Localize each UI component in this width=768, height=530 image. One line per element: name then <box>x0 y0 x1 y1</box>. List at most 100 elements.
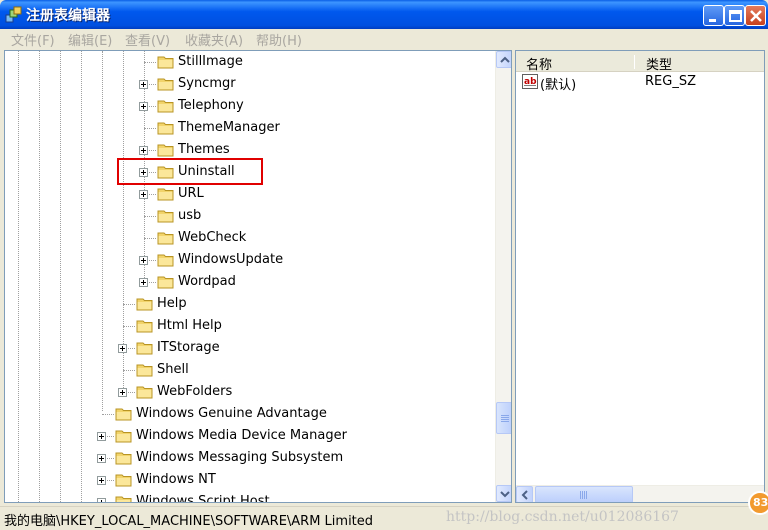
folder-icon <box>115 474 132 487</box>
tree-node[interactable]: Help <box>5 293 495 315</box>
tree-vertical-scrollbar[interactable] <box>495 51 511 502</box>
tree-connector-line <box>123 326 135 327</box>
close-button[interactable] <box>745 5 766 26</box>
tree-node[interactable]: Html Help <box>5 315 495 337</box>
folder-icon <box>136 342 153 355</box>
value-type: REG_SZ <box>645 74 696 89</box>
scroll-left-button[interactable] <box>516 486 533 502</box>
tree-node-label: Html Help <box>157 318 222 333</box>
folder-icon <box>136 364 153 377</box>
tree-node-label: Windows Messaging Subsystem <box>136 450 344 465</box>
expand-plus-icon[interactable] <box>97 454 106 463</box>
tree-node-label: Windows Script Host <box>136 494 270 502</box>
maximize-button[interactable] <box>724 5 745 26</box>
expand-plus-icon[interactable] <box>139 256 148 265</box>
list-header: 名称 类型 <box>516 51 764 73</box>
tree-node-label: Wordpad <box>178 274 236 289</box>
expand-plus-icon[interactable] <box>139 278 148 287</box>
tree-node[interactable]: WebCheck <box>5 227 495 249</box>
tree-node-label: WindowsUpdate <box>178 252 284 267</box>
status-path: 我的电脑\HKEY_LOCAL_MACHINE\SOFTWARE\ARM Lim… <box>4 514 374 529</box>
registry-tree: StillImage Syncmgr Telephony ThemeManager Th… <box>5 51 495 502</box>
folder-icon <box>157 100 174 113</box>
notification-badge[interactable]: 83 <box>748 491 768 515</box>
tree-node[interactable]: Windows NT <box>5 469 495 491</box>
scroll-thumb[interactable] <box>496 402 511 434</box>
tree-node-label: StillImage <box>178 54 243 69</box>
tree-node-label: Windows Genuine Advantage <box>136 406 327 421</box>
arrow-left-icon <box>521 490 528 500</box>
minimize-button[interactable] <box>703 5 724 26</box>
tree-connector-line <box>123 304 135 305</box>
tree-connector-line <box>144 128 156 129</box>
tree-node-label: usb <box>178 208 202 223</box>
tree-node[interactable]: ThemeManager <box>5 117 495 139</box>
tree-node[interactable]: Windows Script Host <box>5 491 495 502</box>
arrow-down-icon <box>500 491 510 498</box>
tree-connector-line <box>144 62 156 63</box>
tree-node[interactable]: Windows Media Device Manager <box>5 425 495 447</box>
list-horizontal-scrollbar[interactable] <box>516 485 764 502</box>
list-item[interactable]: ab (默认) REG_SZ <box>516 73 764 93</box>
title-bar[interactable]: 注册表编辑器 <box>0 0 768 29</box>
tree-node[interactable]: WindowsUpdate <box>5 249 495 271</box>
scroll-thumb[interactable] <box>535 486 633 502</box>
watermark-text: http://blog.csdn.net/u012086167 <box>446 509 679 525</box>
tree-node-label: URL <box>178 186 204 201</box>
column-header-type[interactable]: 类型 <box>646 54 672 73</box>
close-icon <box>750 10 762 22</box>
tree-node[interactable]: WebFolders <box>5 381 495 403</box>
tree-node-label: ThemeManager <box>178 120 280 135</box>
values-list-pane[interactable]: 名称 类型 ab (默认) REG_SZ <box>515 50 765 503</box>
column-header-name[interactable]: 名称 <box>526 54 552 73</box>
folder-icon <box>157 254 174 267</box>
scroll-up-button[interactable] <box>496 51 511 68</box>
tree-connector-line <box>144 238 156 239</box>
folder-icon <box>157 122 174 135</box>
expand-plus-icon[interactable] <box>139 146 148 155</box>
expand-plus-icon[interactable] <box>139 190 148 199</box>
registry-editor-icon <box>5 6 22 23</box>
tree-node-label: Telephony <box>178 98 244 113</box>
folder-icon <box>157 210 174 223</box>
tree-node[interactable]: Syncmgr <box>5 73 495 95</box>
tree-node[interactable]: ITStorage <box>5 337 495 359</box>
folder-icon <box>136 320 153 333</box>
folder-icon <box>115 452 132 465</box>
folder-icon <box>136 298 153 311</box>
tree-node[interactable]: URL <box>5 183 495 205</box>
folder-icon <box>136 386 153 399</box>
maximize-icon <box>729 10 742 22</box>
tree-node[interactable]: Windows Genuine Advantage <box>5 403 495 425</box>
tree-node[interactable]: Wordpad <box>5 271 495 293</box>
tree-node[interactable]: Windows Messaging Subsystem <box>5 447 495 469</box>
string-value-icon: ab <box>522 74 538 89</box>
registry-tree-pane[interactable]: StillImage Syncmgr Telephony ThemeManager Th… <box>4 50 512 503</box>
expand-plus-icon[interactable] <box>97 498 106 502</box>
expand-plus-icon[interactable] <box>118 344 127 353</box>
folder-icon <box>157 78 174 91</box>
tree-node[interactable]: Telephony <box>5 95 495 117</box>
expand-plus-icon[interactable] <box>139 102 148 111</box>
folder-icon <box>157 144 174 157</box>
expand-plus-icon[interactable] <box>97 432 106 441</box>
tree-node-label: Windows NT <box>136 472 216 487</box>
tree-node[interactable]: usb <box>5 205 495 227</box>
expand-plus-icon[interactable] <box>118 388 127 397</box>
expand-plus-icon[interactable] <box>139 80 148 89</box>
window-title: 注册表编辑器 <box>26 8 110 24</box>
arrow-up-icon <box>500 56 510 63</box>
column-divider[interactable] <box>634 55 635 69</box>
expand-plus-icon[interactable] <box>97 476 106 485</box>
tree-node[interactable]: Shell <box>5 359 495 381</box>
tree-node-label: WebFolders <box>157 384 233 399</box>
folder-icon <box>157 188 174 201</box>
folder-icon <box>115 408 132 421</box>
tree-node[interactable]: StillImage <box>5 51 495 73</box>
uninstall-highlight-box <box>117 158 263 185</box>
folder-icon <box>157 232 174 245</box>
tree-connector-line <box>144 216 156 217</box>
scroll-down-button[interactable] <box>496 485 511 502</box>
tree-node-label: Help <box>157 296 187 311</box>
folder-icon <box>115 430 132 443</box>
